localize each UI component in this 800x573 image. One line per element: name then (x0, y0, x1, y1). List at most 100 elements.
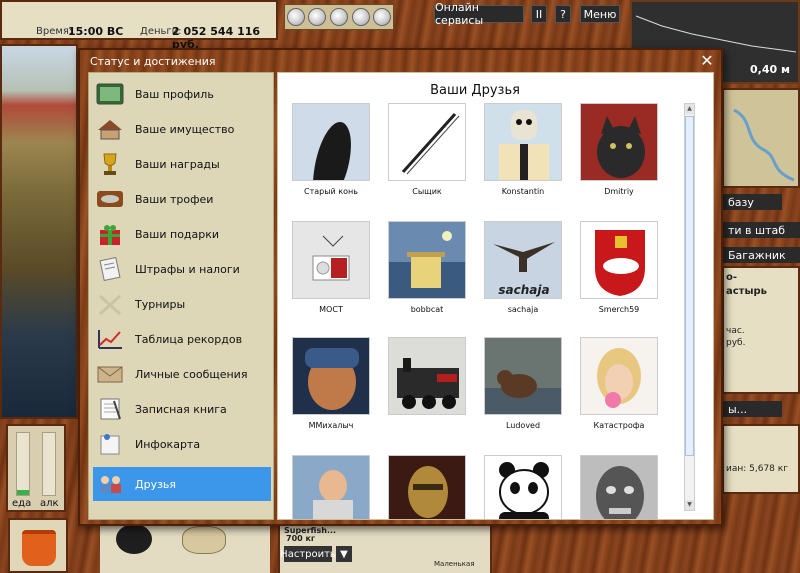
friends-title: Ваши Друзья (430, 83, 520, 98)
avatar[interactable] (388, 103, 466, 181)
scrollbar-thumb[interactable] (685, 116, 694, 456)
avatar[interactable] (580, 337, 658, 415)
friend-name: Dmitriy (604, 187, 634, 196)
menu-item-profile[interactable]: Ваш профиль (93, 77, 271, 111)
pot-icon[interactable] (116, 524, 152, 554)
gear-weight: 700 кг (286, 534, 316, 543)
avatar[interactable] (580, 221, 658, 299)
friend-card[interactable]: MOCT (286, 221, 376, 314)
menu-item-fines[interactable]: Штрафы и налоги (93, 252, 271, 286)
monastery-line-2: астырь (726, 286, 767, 297)
meters-panel: еда алк (6, 424, 66, 512)
chevron-down-icon[interactable]: ▼ (336, 546, 352, 562)
gift-icon (95, 221, 125, 247)
friends-scrollbar[interactable]: ▲ ▼ (684, 103, 695, 511)
profile-icon (95, 81, 125, 107)
fish-slot-icon[interactable] (286, 8, 305, 26)
property-icon (95, 116, 125, 142)
rub-text: руб. (726, 338, 746, 348)
avatar[interactable] (484, 337, 562, 415)
scroll-up-icon[interactable]: ▲ (685, 104, 694, 114)
menu-item-property[interactable]: Ваше имущество (93, 112, 271, 146)
friend-name: sachaja (507, 305, 539, 314)
item-label: Маленькая (434, 560, 475, 568)
fish-slot-icon[interactable] (308, 8, 327, 26)
friend-name: Smerch59 (598, 305, 640, 314)
avatar[interactable]: sachaja (484, 221, 562, 299)
friend-name: Konstantin (501, 187, 545, 196)
friend-card[interactable] (382, 455, 472, 519)
friend-card[interactable]: Dmitriy (574, 103, 664, 196)
more-button[interactable]: ы... (722, 401, 782, 417)
river-map-icon (733, 108, 795, 182)
base-button[interactable]: базу (722, 194, 782, 210)
friend-card[interactable]: Катастрофа (574, 337, 664, 430)
to-hq-button[interactable]: ти в штаб (722, 222, 800, 238)
avatar[interactable] (292, 103, 370, 181)
friend-card[interactable] (478, 455, 568, 519)
menu-button[interactable]: Меню (580, 5, 620, 23)
status-panel: Время: 15:00 ВС Деньги: 2 052 544 116 ру… (0, 0, 278, 51)
alcohol-label: алк (40, 498, 59, 509)
weight-text: иан: 5,678 кг (726, 464, 788, 474)
bucket-slot[interactable] (8, 518, 68, 573)
fines-icon (95, 256, 125, 282)
friend-card[interactable]: MMихалыч (286, 337, 376, 430)
friend-card[interactable]: bobbcat (382, 221, 472, 314)
notebook-icon (95, 396, 125, 422)
friends-panel: Ваши Друзья Старый конь Сыщик Konstantin… (277, 72, 714, 520)
avatar[interactable] (292, 337, 370, 415)
friend-name: Катастрофа (593, 421, 645, 430)
fishing-scene[interactable] (0, 44, 78, 419)
avatar[interactable] (388, 455, 466, 519)
avatar[interactable] (388, 221, 466, 299)
friend-card[interactable]: sachaja sachaja (478, 221, 568, 314)
avatar[interactable] (388, 337, 466, 415)
menu-item-trophies[interactable]: Ваши трофеи (93, 182, 271, 216)
friend-card[interactable]: Konstantin (478, 103, 568, 196)
friend-card[interactable] (574, 455, 664, 519)
status-modal: Статус и достижения ✕ Ваш профиль Ваше и… (78, 48, 723, 526)
close-icon[interactable]: ✕ (699, 53, 715, 70)
help-button[interactable]: ? (555, 5, 571, 23)
fish-slot-icon[interactable] (373, 8, 392, 26)
records-chart-icon (95, 326, 125, 352)
avatar[interactable] (580, 103, 658, 181)
avatar[interactable] (484, 103, 562, 181)
modal-title: Статус и достижения (90, 55, 216, 68)
avatar[interactable] (292, 221, 370, 299)
fish-slot-icon[interactable] (351, 8, 370, 26)
menu-item-messages[interactable]: Личные сообщения (93, 357, 271, 391)
tune-button[interactable]: Настроить (280, 546, 336, 562)
avatar[interactable] (580, 455, 658, 519)
trunk-button[interactable]: Багажник (722, 247, 800, 263)
map-panel[interactable] (722, 88, 800, 188)
menu-item-tournaments[interactable]: Турниры (93, 287, 271, 321)
scroll-down-icon[interactable]: ▼ (685, 500, 694, 510)
friend-card[interactable] (286, 455, 376, 519)
friend-card[interactable]: Smerch59 (574, 221, 664, 314)
menu-item-records[interactable]: Таблица рекордов (93, 322, 271, 356)
friend-card[interactable]: Сыщик (382, 103, 472, 196)
online-services-button[interactable]: Онлайн сервисы (434, 1, 524, 27)
avatar[interactable] (484, 455, 562, 519)
trophy-icon (95, 151, 125, 177)
sack-icon[interactable] (182, 526, 226, 554)
time-value: 15:00 ВС (68, 25, 124, 38)
food-meter (16, 432, 30, 496)
pause-button[interactable]: II (531, 5, 547, 23)
monastery-line-1: о- (726, 272, 738, 283)
avatar[interactable] (292, 455, 370, 519)
friend-card[interactable]: Ludoved (478, 337, 568, 430)
menu-item-awards[interactable]: Ваши награды (93, 147, 271, 181)
friend-name: MMихалыч (308, 421, 354, 430)
fish-slot-icon[interactable] (329, 8, 348, 26)
friend-name: Старый конь (304, 187, 358, 196)
menu-item-gifts[interactable]: Ваши подарки (93, 217, 271, 251)
friend-card[interactable] (382, 337, 472, 421)
menu-item-notebook[interactable]: Записная книга (93, 392, 271, 426)
menu-item-infocard[interactable]: Инфокарта (93, 427, 271, 461)
menu-item-friends[interactable]: Друзья (93, 467, 271, 501)
friend-card[interactable]: Старый конь (286, 103, 376, 196)
fish-slots (284, 4, 394, 30)
